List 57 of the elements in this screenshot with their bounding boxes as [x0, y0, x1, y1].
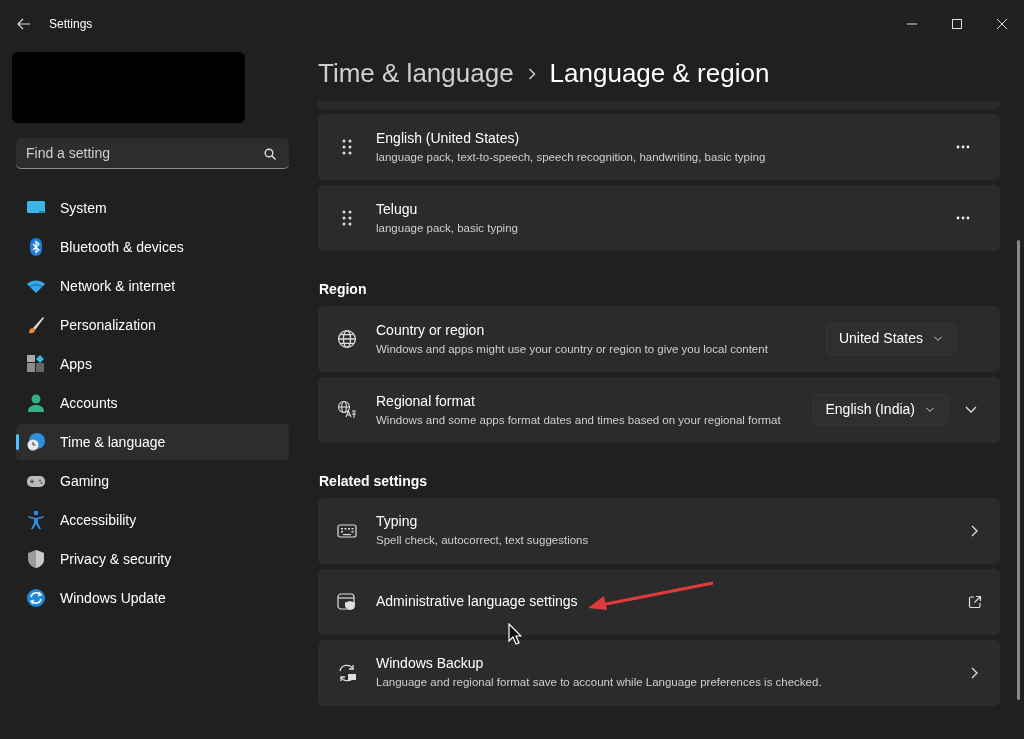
breadcrumb-parent-link[interactable]: Time & language [318, 54, 514, 93]
accessibility-figure-icon [26, 510, 46, 530]
setting-card[interactable]: Windows Backup Language and regional format save to account while Language preferences is checked. [318, 639, 1000, 706]
search-icon [264, 148, 276, 160]
setting-description: Spell check, autocorrect, text suggestions [376, 533, 590, 549]
setting-description: Windows and apps might use your country or region to give you local content [376, 341, 769, 357]
setting-card[interactable]: Typing Spell check, autocorrect, text suggestions [318, 497, 1000, 564]
globe-text-icon [337, 399, 357, 420]
setting-description: Language and regional format save to account while Language preferences is checked. [376, 675, 823, 691]
back-arrow-icon[interactable] [17, 18, 31, 30]
window-title: Settings [49, 16, 93, 33]
sidebar-item[interactable]: Accessibility [16, 502, 289, 538]
window-shield-icon [337, 591, 357, 612]
sidebar-item[interactable]: Gaming [16, 463, 289, 499]
setting-title: Telugu [376, 199, 418, 219]
globe-icon [337, 328, 357, 349]
dropdown[interactable]: United States [825, 322, 956, 355]
shield-icon [26, 549, 46, 569]
sidebar-item[interactable]: Windows Update [16, 580, 289, 616]
external-link-icon [968, 594, 982, 609]
sidebar-item[interactable]: Time & language [16, 424, 289, 460]
minimize-icon[interactable] [906, 23, 917, 25]
section-heading: Region [319, 281, 368, 298]
sidebar-item[interactable]: Network & internet [16, 268, 289, 304]
refresh-icon [26, 588, 46, 608]
sidebar-item[interactable]: Bluetooth & devices [16, 229, 289, 265]
setting-title: Windows Backup [376, 654, 484, 674]
setting-title: English (United States) [376, 128, 520, 148]
sidebar-item[interactable]: Privacy & security [16, 541, 289, 577]
search-field[interactable]: Find a setting [16, 138, 289, 169]
setting-description: language pack, basic typing [376, 220, 519, 236]
setting-title: Country or region [376, 320, 485, 340]
scrollbar-thumb[interactable] [1017, 240, 1020, 700]
paintbrush-icon [26, 315, 46, 335]
page-title: Language & region [549, 57, 770, 90]
section-heading: Related settings [319, 472, 429, 490]
chevron-right-icon [527, 67, 536, 80]
setting-title: Administrative language settings [376, 592, 578, 612]
sidebar-item[interactable]: Apps [16, 346, 289, 382]
drag-handle-icon [340, 138, 354, 156]
globe-clock-icon [26, 432, 46, 452]
dropdown[interactable]: English (India) [812, 393, 948, 426]
setting-card[interactable]: Administrative language settings [318, 568, 1000, 635]
drag-handle-icon [340, 209, 354, 227]
setting-title: Typing [376, 512, 418, 532]
sidebar-item[interactable]: Personalization [16, 307, 289, 343]
setting-description: language pack, text-to-speech, speech recognition, handwriting, basic typing [376, 149, 767, 165]
mouse-cursor-icon [508, 623, 522, 645]
sidebar-item[interactable]: Accounts [16, 385, 289, 421]
apps-grid-icon [26, 354, 46, 374]
setting-description: Windows and some apps format dates and times based on your regional format [376, 412, 782, 428]
sync-monitor-icon [337, 662, 357, 683]
maximize-icon[interactable] [951, 19, 962, 29]
close-icon[interactable] [996, 19, 1007, 29]
person-icon [26, 393, 46, 413]
sidebar-item[interactable]: System [16, 190, 289, 226]
setting-title: Regional format [376, 391, 475, 411]
